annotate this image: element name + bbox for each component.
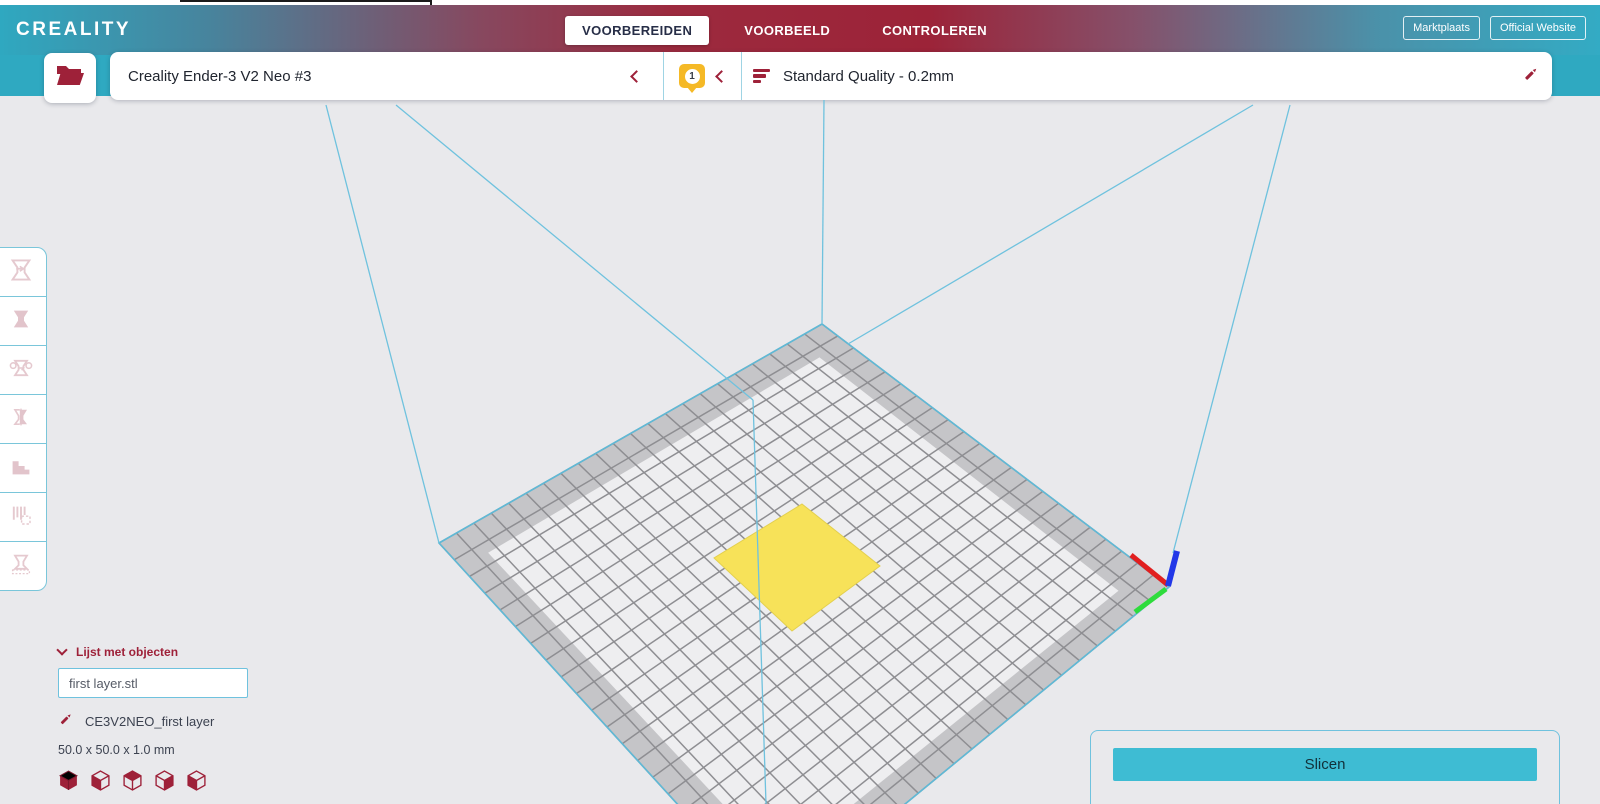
extruder-number: 1 <box>685 69 700 84</box>
object-list-header[interactable]: Lijst met objecten <box>58 645 248 659</box>
extruder-selector[interactable]: 1 <box>664 52 741 100</box>
chevron-down-icon <box>56 644 67 655</box>
model-name: CE3V2NEO_first layer <box>85 714 214 729</box>
header-links: Marktplaats Official Website <box>1403 16 1586 40</box>
view-top-cube-icon[interactable] <box>122 770 143 796</box>
view-3d-cube-icon[interactable] <box>58 770 79 796</box>
printer-selector[interactable]: Creality Ender-3 V2 Neo #3 <box>110 52 663 100</box>
extruder-badge: 1 <box>679 64 705 88</box>
configuration-panel: Creality Ender-3 V2 Neo #3 1 Standard Qu… <box>110 52 1552 100</box>
slice-button[interactable]: Slicen <box>1113 748 1537 781</box>
object-list-item[interactable]: first layer.stl <box>58 668 248 698</box>
print-settings-selector[interactable]: Standard Quality - 0.2mm 100% <box>742 52 1552 100</box>
chevron-left-icon <box>715 70 728 83</box>
printer-name: Creality Ender-3 V2 Neo #3 <box>128 68 311 85</box>
profile-label: Standard Quality - 0.2mm <box>783 68 954 85</box>
rename-pencil-icon[interactable] <box>58 711 74 732</box>
official-website-button[interactable]: Official Website <box>1490 16 1586 40</box>
window-artifact-line <box>180 0 432 2</box>
object-list-panel: Lijst met objecten first layer.stl CE3V2… <box>58 645 248 796</box>
tab-voorbeeld[interactable]: VOORBEELD <box>727 16 847 45</box>
folder-open-icon <box>56 64 84 93</box>
stage-tabs: VOORBEREIDEN VOORBEELD CONTROLEREN <box>565 5 1022 55</box>
model-name-row: CE3V2NEO_first layer <box>58 711 248 732</box>
slice-panel: Slicen <box>1090 730 1560 804</box>
tab-controleren[interactable]: CONTROLEREN <box>865 16 1004 45</box>
application-window: CREALITY VOORBEREIDEN VOORBEELD CONTROLE… <box>0 0 1600 804</box>
model-dimensions: 50.0 x 50.0 x 1.0 mm <box>58 743 248 757</box>
edit-settings-pencil-icon[interactable] <box>1522 65 1540 88</box>
creality-logo: CREALITY <box>16 19 131 41</box>
camera-view-buttons <box>58 770 248 796</box>
view-left-cube-icon[interactable] <box>154 770 175 796</box>
open-file-button[interactable] <box>44 53 96 103</box>
view-front-cube-icon[interactable] <box>90 770 111 796</box>
marketplace-button[interactable]: Marktplaats <box>1403 16 1480 40</box>
layer-height-icon <box>753 69 770 84</box>
chevron-left-icon <box>630 70 643 83</box>
z-axis <box>1168 551 1177 586</box>
header-bar: CREALITY VOORBEREIDEN VOORBEELD CONTROLE… <box>0 5 1600 55</box>
tab-voorbereiden[interactable]: VOORBEREIDEN <box>565 16 709 45</box>
view-right-cube-icon[interactable] <box>186 770 207 796</box>
object-list-title: Lijst met objecten <box>76 645 178 659</box>
